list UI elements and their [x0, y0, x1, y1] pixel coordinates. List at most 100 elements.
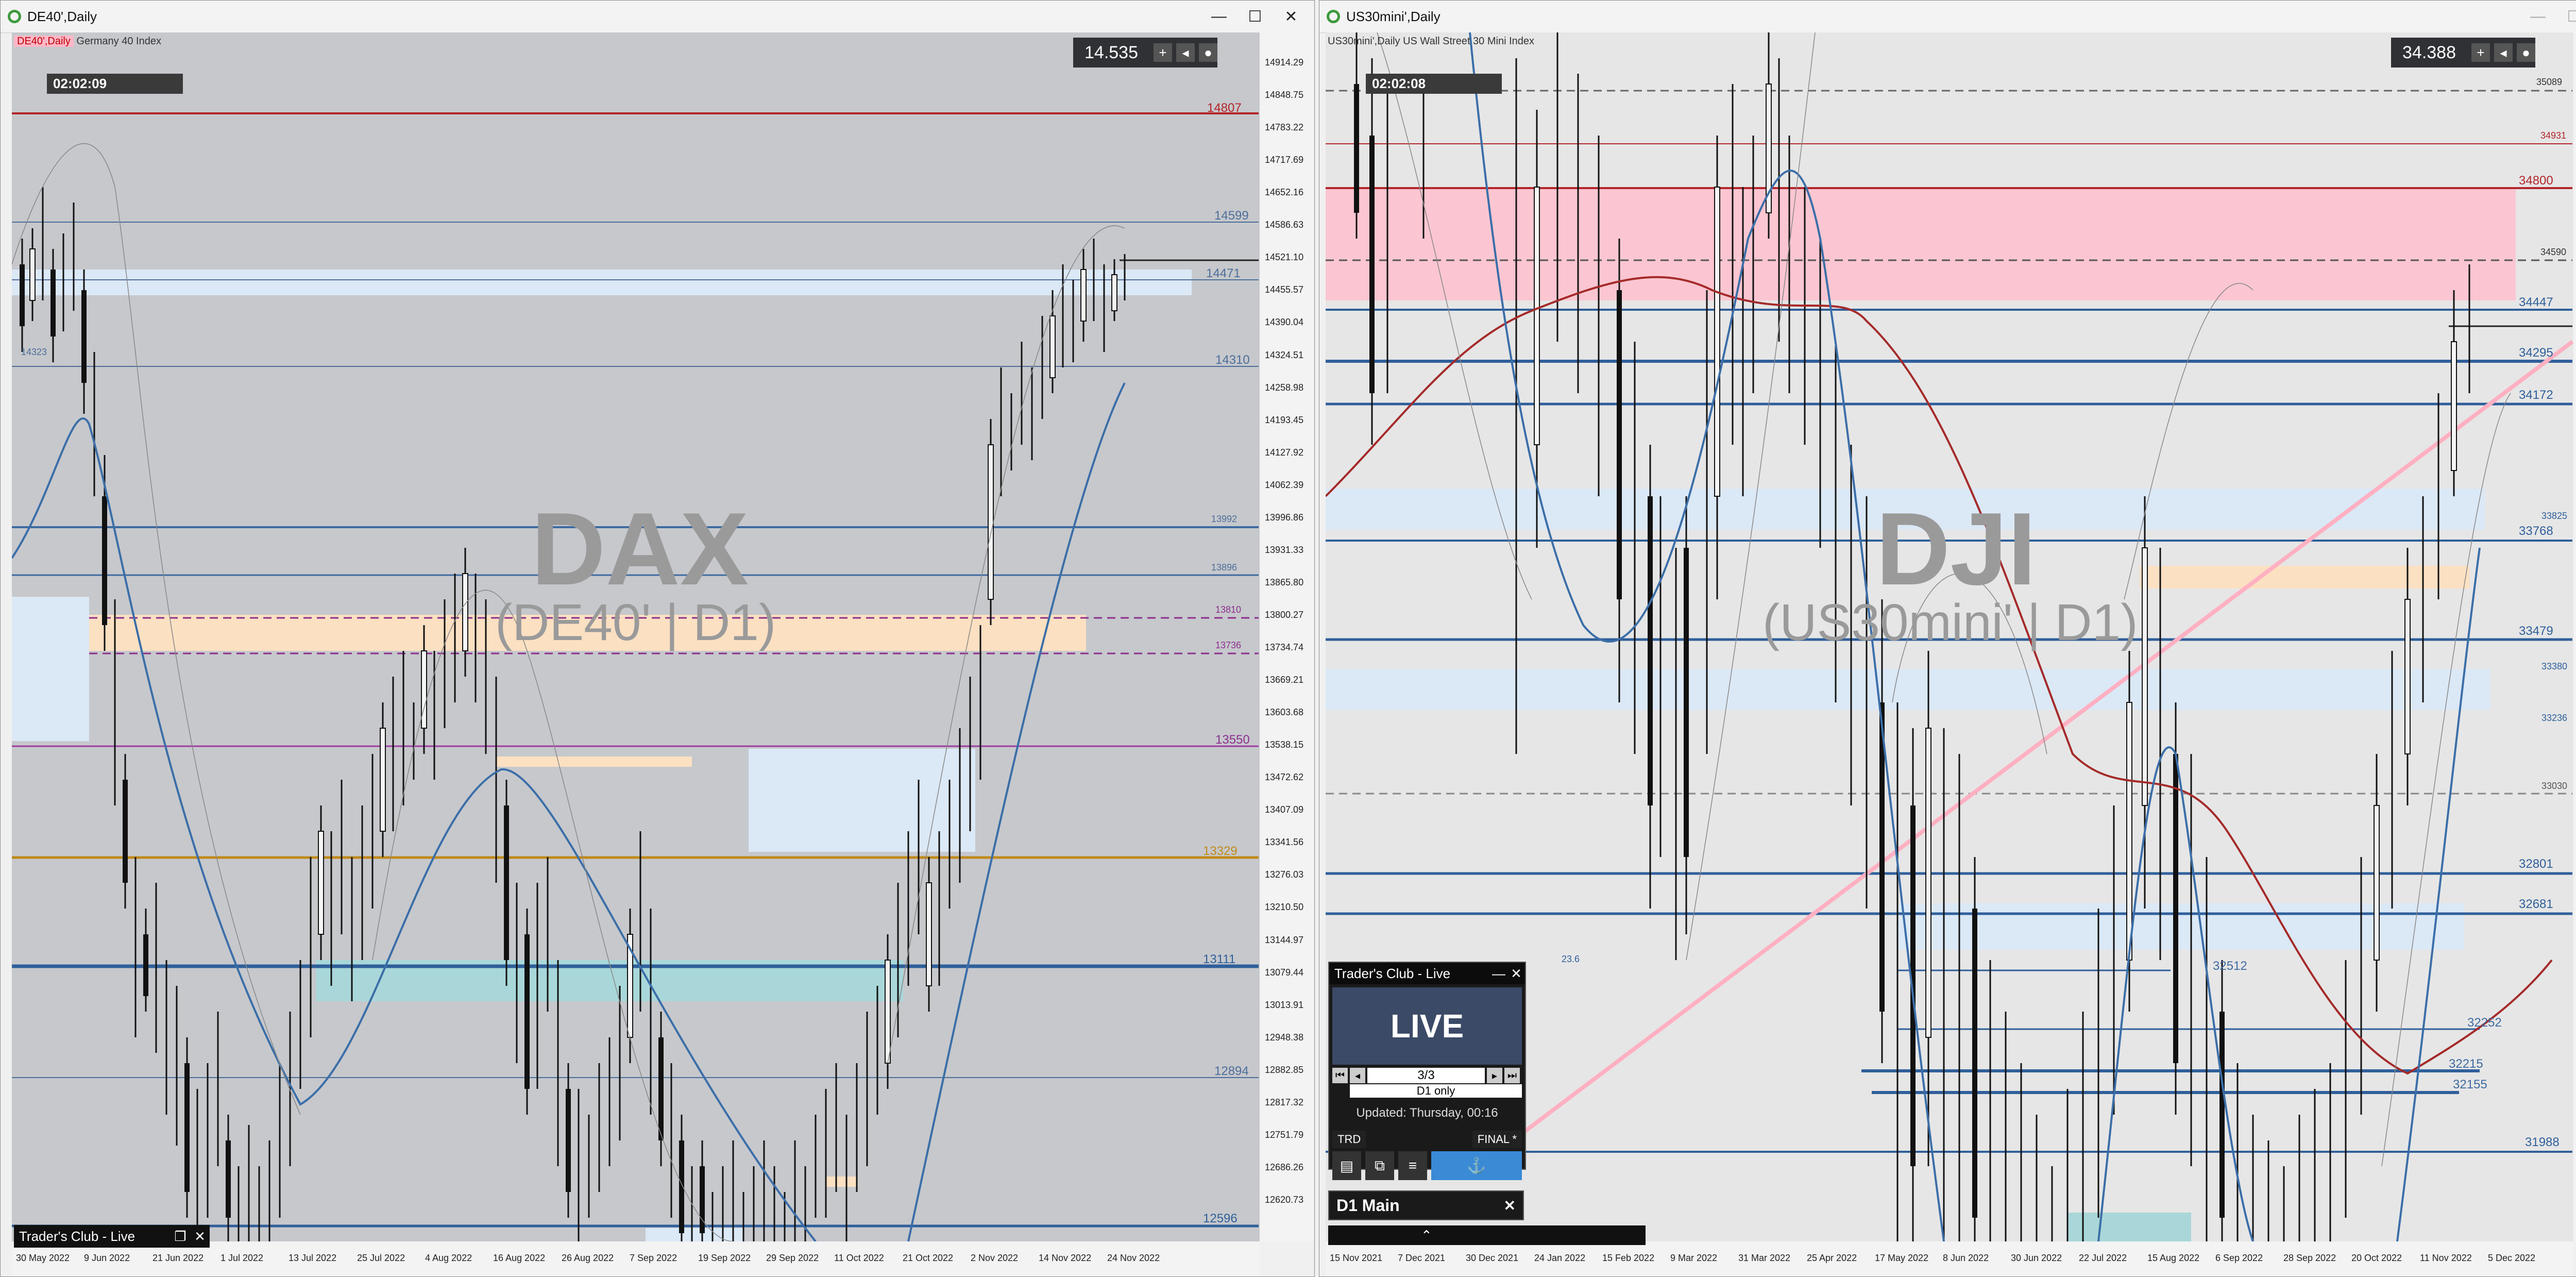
title-bar[interactable]: US30mini',Daily — ☐ ✕ — [1319, 1, 2576, 33]
window-title: DE40',Daily — [27, 8, 97, 24]
close-icon[interactable]: ✕ — [190, 1229, 210, 1245]
level-label: 14310 — [1215, 353, 1250, 367]
panel-toggle-bar[interactable]: ⌃ — [1328, 1225, 1646, 1245]
expand-icon[interactable]: + — [1154, 43, 1172, 62]
globe-icon[interactable]: ● — [2517, 43, 2535, 62]
date-tick: 30 May 2022 — [16, 1253, 70, 1263]
price-tick: 13538.15 — [1265, 740, 1304, 750]
price-tick: 12686.26 — [1265, 1162, 1304, 1172]
date-tick: 9 Jun 2022 — [84, 1253, 130, 1263]
date-tick: 11 Oct 2022 — [834, 1253, 884, 1263]
d1-main-tab[interactable]: D1 Main ✕ — [1328, 1190, 1524, 1220]
date-tick: 21 Oct 2022 — [903, 1253, 954, 1263]
level-label: 32215 — [2449, 1057, 2483, 1071]
close-button[interactable]: ✕ — [1273, 1, 1309, 32]
level-label: 34800 — [2519, 174, 2553, 188]
window-title: US30mini',Daily — [1346, 8, 1440, 24]
traders-club-panel[interactable]: Trader's Club - Live — ✕ LIVE ⏮ ◂ 3/3 ▸ … — [1328, 962, 1526, 1180]
price-tick: 13996.86 — [1265, 512, 1304, 523]
price-tick: 14127.92 — [1265, 447, 1304, 458]
expand-icon[interactable]: + — [2471, 43, 2490, 62]
level-label: 14323 — [21, 347, 47, 357]
chevron-up-icon[interactable]: ⌃ — [1421, 1228, 1432, 1244]
candle-timer: 02:02:08 — [1366, 74, 1502, 94]
first-page-icon[interactable]: ⏮ — [1332, 1068, 1348, 1083]
symbol-description: US Wall Street 30 Mini Index — [1403, 36, 1535, 47]
spread-widget[interactable]: 34.388 + ◂ ● — [2391, 38, 2535, 68]
price-tick: 13931.33 — [1265, 545, 1304, 555]
next-page-icon[interactable]: ▸ — [1487, 1068, 1502, 1083]
minimize-button[interactable]: — — [1201, 1, 1237, 32]
price-tick: 13407.09 — [1265, 804, 1304, 815]
level-label: 14599 — [1214, 209, 1249, 223]
date-tick: 13 Jul 2022 — [289, 1253, 337, 1263]
price-tick: 14783.22 — [1265, 122, 1304, 132]
level-label: 34590 — [2540, 247, 2567, 257]
price-tick: 14390.04 — [1265, 317, 1304, 327]
price-tick: 13341.56 — [1265, 837, 1304, 847]
symbol-watermark-sub: (DE40' | D1) — [495, 594, 776, 651]
date-tick: 4 Aug 2022 — [425, 1253, 472, 1263]
minimize-icon[interactable]: — — [1490, 966, 1507, 982]
level-label: 14471 — [1206, 266, 1241, 280]
prev-page-icon[interactable]: ◂ — [1350, 1068, 1365, 1083]
date-tick: 28 Sep 2022 — [2283, 1253, 2336, 1263]
spread-value: 34.388 — [2402, 42, 2456, 62]
spread-widget[interactable]: 14.535 + ◂ ● — [1073, 38, 1217, 68]
price-tick: 14717.69 — [1265, 155, 1304, 165]
level-label: 32155 — [2453, 1078, 2487, 1091]
price-tick: 13669.21 — [1265, 675, 1304, 685]
date-tick: 8 Jun 2022 — [1943, 1253, 1989, 1263]
chart-window-icon — [8, 10, 21, 23]
level-label: 32681 — [2519, 897, 2553, 911]
price-tick: 14586.63 — [1265, 220, 1304, 230]
minimize-button[interactable]: — — [2520, 1, 2556, 32]
minimized-panel-bar[interactable]: Trader's Club - Live ❐ ✕ — [14, 1225, 210, 1248]
spread-value: 14.535 — [1084, 42, 1138, 62]
price-tick: 14324.51 — [1265, 350, 1304, 360]
document-icon[interactable]: ▤ — [1332, 1151, 1361, 1180]
level-label: 33825 — [2541, 511, 2568, 521]
date-tick: 15 Aug 2022 — [2147, 1253, 2200, 1263]
date-tick: 25 Jul 2022 — [357, 1253, 405, 1263]
anchor-button[interactable]: ⚓ — [1431, 1151, 1522, 1180]
level-label: 33236 — [2541, 713, 2568, 723]
restore-icon[interactable]: ❐ — [171, 1229, 190, 1245]
date-tick: 14 Nov 2022 — [1039, 1253, 1092, 1263]
price-axis-dji[interactable]: 35172.2735075.9334979.5934883.2534786.91… — [2573, 32, 2576, 1241]
panel-header[interactable]: Trader's Club - Live — ✕ — [1329, 963, 1525, 984]
date-tick: 6 Sep 2022 — [2215, 1253, 2263, 1263]
close-icon[interactable]: ✕ — [1504, 1197, 1516, 1214]
level-label: 34295 — [2519, 346, 2553, 360]
last-page-icon[interactable]: ⏭ — [1504, 1068, 1520, 1083]
price-tick: 14062.39 — [1265, 480, 1304, 490]
globe-icon[interactable]: ● — [1199, 43, 1217, 62]
symbol-label: DE40',Daily — [14, 36, 74, 47]
price-tick: 14521.10 — [1265, 252, 1304, 262]
price-tick: 14914.29 — [1265, 57, 1304, 68]
maximize-button[interactable]: ☐ — [1237, 1, 1273, 32]
database-icon[interactable]: ≡ — [1398, 1151, 1427, 1180]
maximize-button[interactable]: ☐ — [2556, 1, 2576, 32]
page-navigator[interactable]: ⏮ ◂ 3/3 ▸ ⏭ — [1332, 1068, 1522, 1083]
arrow-left-icon[interactable]: ◂ — [1176, 43, 1195, 62]
level-label: 12596 — [1203, 1212, 1238, 1225]
date-axis-dji[interactable]: 15 Nov 2021 7 Dec 2021 30 Dec 2021 24 Jan 2… — [1326, 1241, 2573, 1276]
price-tick: 13603.68 — [1265, 707, 1304, 717]
close-icon[interactable]: ✕ — [1507, 966, 1525, 982]
arrow-left-icon[interactable]: ◂ — [2494, 43, 2513, 62]
trd-label: TRD — [1332, 1131, 1366, 1148]
date-tick: 7 Sep 2022 — [630, 1253, 677, 1263]
title-bar[interactable]: DE40',Daily — ☐ ✕ — [1, 1, 1314, 33]
price-tick: 14193.45 — [1265, 415, 1304, 425]
date-tick: 20 Oct 2022 — [2351, 1253, 2402, 1263]
price-axis-dax[interactable]: 14914.29 14848.75 14783.22 14717.69 14652.16… — [1260, 32, 1314, 1241]
windows-icon[interactable]: ⧉ — [1365, 1151, 1394, 1180]
price-tick: 13800.27 — [1265, 610, 1304, 620]
level-label: 14807 — [1207, 101, 1242, 115]
window-dax[interactable]: DE40',Daily — ☐ ✕ 14914.29 14848.75 1478… — [0, 0, 1315, 1277]
price-tick: 12751.79 — [1265, 1130, 1304, 1140]
price-tick: 12882.85 — [1265, 1065, 1304, 1075]
date-tick: 1 Jul 2022 — [221, 1253, 264, 1263]
page-indicator: 3/3 — [1367, 1068, 1485, 1083]
